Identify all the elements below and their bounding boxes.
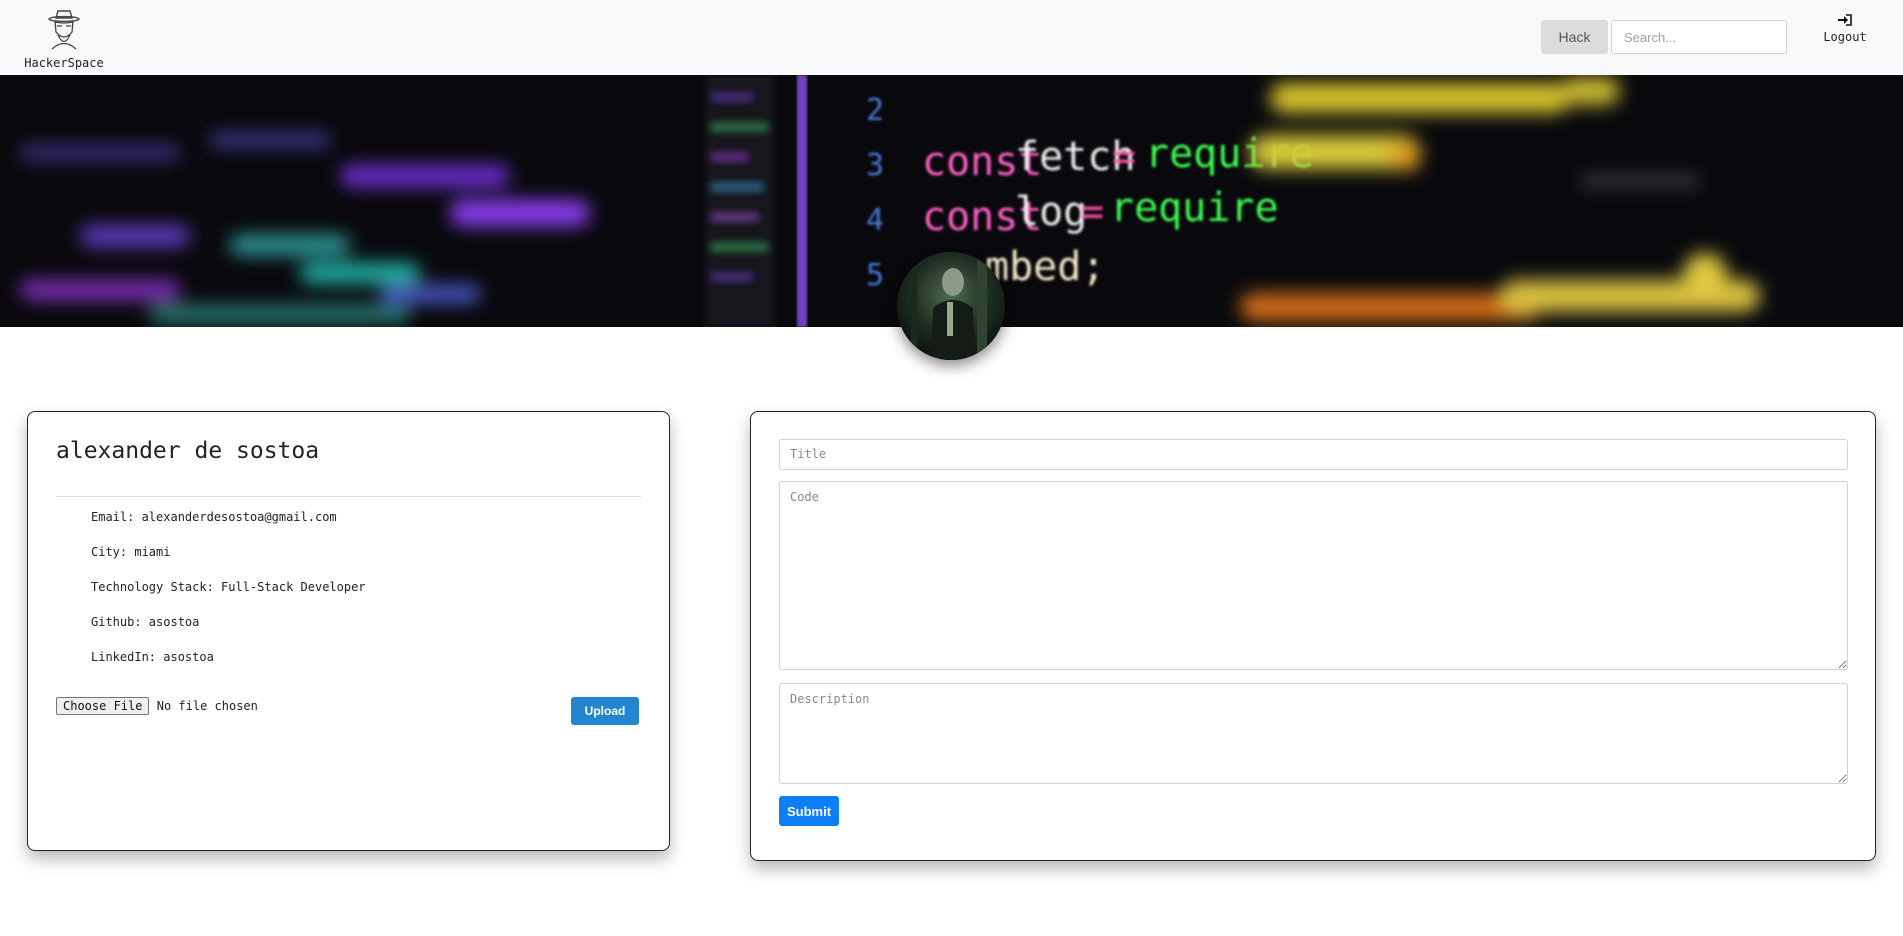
submit-button[interactable]: Submit: [779, 796, 839, 826]
divider: [56, 496, 641, 497]
logout-link[interactable]: Logout: [1820, 14, 1870, 44]
search-input[interactable]: [1611, 20, 1787, 54]
code-textarea[interactable]: [779, 481, 1848, 670]
profile-city: City: miami: [91, 545, 171, 559]
profile-info-list: Email: alexanderdesostoa@gmail.com City:…: [91, 510, 366, 685]
line-number: 3: [866, 148, 884, 183]
file-input: Choose File No file chosen: [56, 697, 258, 715]
upload-button[interactable]: Upload: [571, 697, 639, 725]
code-call: require: [1110, 185, 1279, 231]
logout-label: Logout: [1823, 30, 1867, 44]
line-number: 4: [866, 203, 884, 238]
code-tail: mbed;: [985, 244, 1105, 290]
post-form-card: Submit: [750, 411, 1876, 861]
file-status: No file chosen: [156, 699, 258, 713]
title-input[interactable]: [779, 439, 1848, 470]
description-textarea[interactable]: [779, 683, 1848, 784]
line-number: 2: [866, 93, 884, 128]
navbar: HackerSpace Hack Logout: [0, 0, 1903, 75]
brand-link[interactable]: HackerSpace: [24, 8, 104, 70]
avatar[interactable]: [897, 252, 1005, 360]
profile-github: Github: asostoa: [91, 615, 200, 629]
code-operator: =: [1080, 189, 1104, 235]
sign-in-icon: [1838, 14, 1852, 26]
profile-card: alexander de sostoa Email: alexanderdeso…: [27, 411, 670, 851]
choose-file-button[interactable]: Choose File: [56, 697, 150, 715]
hacker-hat-icon: [48, 10, 80, 50]
brand-name: HackerSpace: [24, 56, 104, 70]
profile-photo: [897, 252, 1005, 360]
profile-tech-stack: Technology Stack: Full-Stack Developer: [91, 580, 366, 594]
profile-name: alexander de sostoa: [56, 438, 320, 464]
hack-button[interactable]: Hack: [1541, 20, 1608, 54]
code-operator: =: [1112, 134, 1136, 180]
profile-email: Email: alexanderdesostoa@gmail.com: [91, 510, 337, 524]
line-number: 5: [866, 258, 884, 293]
profile-linkedin: LinkedIn: asostoa: [91, 650, 214, 664]
code-identifier: log: [1015, 189, 1087, 235]
